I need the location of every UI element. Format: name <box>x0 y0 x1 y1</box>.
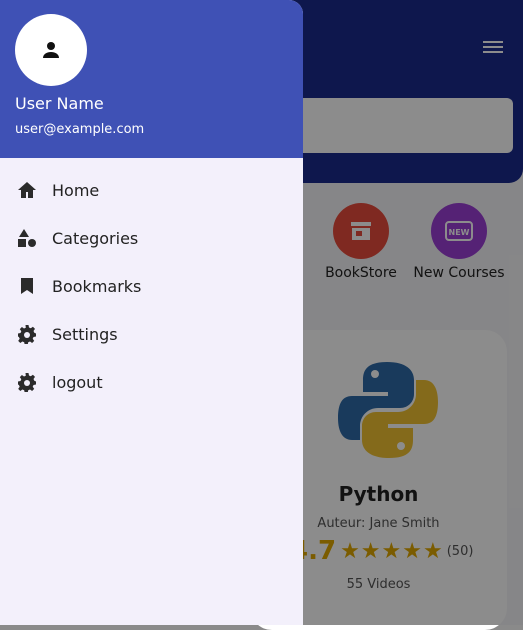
drawer-item-label: Home <box>52 180 100 200</box>
drawer-item-home[interactable]: Home <box>0 166 303 214</box>
bookmark-icon <box>17 276 37 296</box>
avatar[interactable] <box>15 14 87 86</box>
categories-icon <box>17 228 37 248</box>
home-icon <box>17 180 37 200</box>
drawer-item-bookmarks[interactable]: Bookmarks <box>0 262 303 310</box>
drawer-item-label: Settings <box>52 324 118 344</box>
person-icon <box>43 42 59 58</box>
gear-icon <box>17 372 37 392</box>
drawer-item-label: Categories <box>52 228 139 248</box>
drawer-item-label: Bookmarks <box>52 276 142 296</box>
drawer-item-settings[interactable]: Settings <box>0 310 303 358</box>
drawer-header: User Name user@example.com <box>0 0 303 158</box>
drawer-item-logout[interactable]: logout <box>0 358 303 406</box>
drawer-item-categories[interactable]: Categories <box>0 214 303 262</box>
gear-icon <box>17 324 37 344</box>
navigation-drawer: User Name user@example.com Home Categori… <box>0 0 303 625</box>
user-email: user@example.com <box>15 122 145 137</box>
user-name: User Name <box>15 94 104 113</box>
drawer-item-label: logout <box>52 372 103 392</box>
drawer-menu: Home Categories Bookmarks Settings logou… <box>0 166 303 406</box>
